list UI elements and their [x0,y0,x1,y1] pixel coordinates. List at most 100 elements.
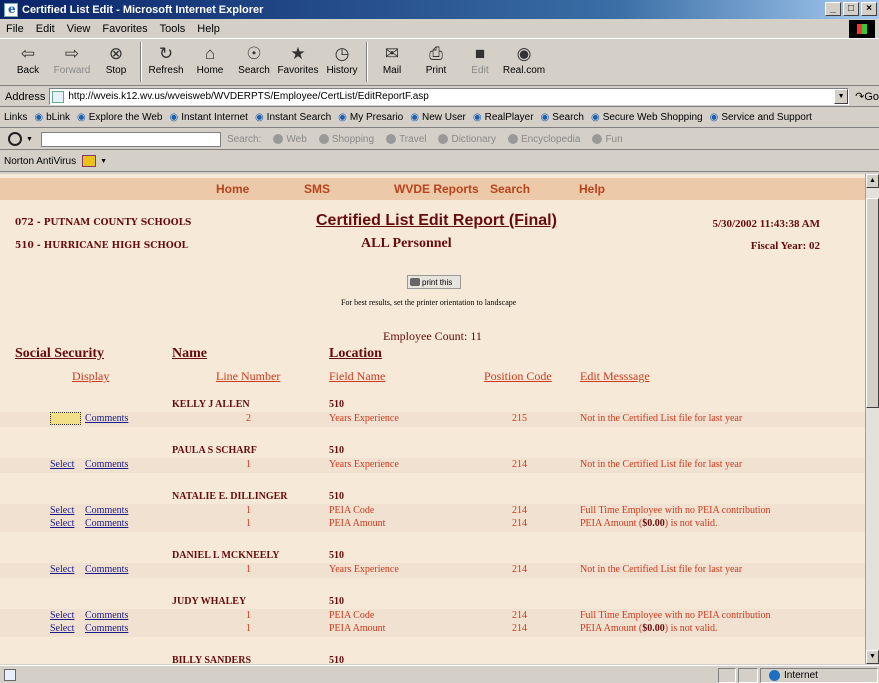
line-number: 1 [246,518,251,529]
links-bar: Links bLinkExplore the WebInstant Intern… [0,108,879,128]
menu-tools[interactable]: Tools [154,23,192,35]
address-dropdown-icon[interactable]: ▼ [834,89,849,104]
col-position-code[interactable]: Position Code [484,369,552,384]
col-display[interactable]: Display [72,369,109,384]
toolbar-history-button[interactable]: ◷ History [320,40,364,84]
vertical-scrollbar[interactable]: ▲ ▼ [865,174,879,664]
toolbar-home-button[interactable]: ⌂ Home [188,40,232,84]
col-location[interactable]: Location [329,346,382,362]
edit-message: Not in the Certified List file for last … [580,413,742,424]
search-circle-icon[interactable] [8,132,22,146]
close-button[interactable]: × [861,2,877,16]
col-line-number[interactable]: Line Number [216,369,280,384]
comments-link[interactable]: Comments [85,518,128,529]
toolbar-forward-button[interactable]: ⇨ Forward [50,40,94,84]
norton-icon[interactable] [82,155,97,167]
search-dropdown-icon[interactable]: ▼ [26,136,33,143]
link-my-presario[interactable]: My Presario [334,112,406,123]
link-realplayer[interactable]: RealPlayer [469,112,537,123]
employee-header-row: BILLY SANDERS 510 [0,654,865,664]
search-shopping-option[interactable]: Shopping [318,134,374,145]
toolbar-stop-button[interactable]: ⊗ Stop [94,40,138,84]
comments-link[interactable]: Comments [85,610,128,621]
norton-label[interactable]: Norton AntiVirus [4,156,76,167]
nav-home[interactable]: Home [216,182,249,196]
norton-dropdown-icon[interactable]: ▼ [100,158,107,165]
maximize-button[interactable]: □ [843,2,859,16]
employee-count: Employee Count: 11 [383,329,482,343]
toolbar-search-label[interactable]: Search: [227,134,261,145]
forward-arrow-icon: ⇨ [64,44,80,63]
select-link[interactable]: Select [50,459,74,470]
comments-link[interactable]: Comments [85,564,128,575]
nav-sms[interactable]: SMS [304,182,330,196]
print-icon: ⎙ [429,44,443,63]
toolbar-search-button[interactable]: ☉ Search [232,40,276,84]
toolbar-realcom-button[interactable]: ◉ Real.com [502,40,546,84]
col-edit-message[interactable]: Edit Messsage [580,369,650,384]
comments-link[interactable]: Comments [85,623,128,634]
toolbar-back-button[interactable]: ⇦ Back [6,40,50,84]
toolbar-separator [366,42,368,82]
nav-help[interactable]: Help [579,182,605,196]
print-note: For best results, set the printer orient… [341,298,517,307]
link-search[interactable]: Search [537,112,587,123]
position-code: 214 [512,505,527,516]
comments-link[interactable]: Comments [85,505,128,516]
link-blink[interactable]: bLink [30,112,73,123]
edit-message-amount: $0.00 [642,518,665,529]
search-option-icon [507,134,518,144]
col-field-name[interactable]: Field Name [329,369,385,384]
link-secure-web-shopping[interactable]: Secure Web Shopping [587,112,706,123]
go-label: Go [864,91,879,103]
menu-favorites[interactable]: Favorites [96,23,153,35]
menu-file[interactable]: File [0,23,30,35]
search-dictionary-option[interactable]: Dictionary [438,134,496,145]
scroll-down-icon[interactable]: ▼ [866,650,879,664]
print-this-button[interactable]: print this [407,275,461,289]
status-panel [718,668,736,683]
address-input[interactable]: http://wveis.k12.wv.us/wveisweb/WVDERPTS… [49,88,850,105]
menu-help[interactable]: Help [191,23,226,35]
employee-header-row: NATALIE E. DILLINGER 510 [0,490,865,505]
nav-search[interactable]: Search [490,182,530,196]
menu-edit[interactable]: Edit [30,23,61,35]
edit-message-text: PEIA Amount ( [580,518,643,529]
toolbar-mail-button[interactable]: ✉ Mail [370,40,414,84]
select-link[interactable]: Select [50,518,74,529]
comments-link[interactable]: Comments [85,459,128,470]
go-button[interactable]: ↷Go [849,90,879,103]
minimize-button[interactable]: _ [825,2,841,16]
link-instant-internet[interactable]: Instant Internet [165,112,250,123]
toolbar-separator [140,42,142,82]
search-web-option[interactable]: Web [273,134,307,145]
comments-link[interactable]: Comments [85,413,128,424]
link-new-user[interactable]: New User [406,112,469,123]
toolbar-refresh-button[interactable]: ↻ Refresh [144,40,188,84]
link-explore-the-web[interactable]: Explore the Web [73,112,165,123]
select-link[interactable]: Select [50,610,74,621]
scroll-up-icon[interactable]: ▲ [866,174,879,188]
toolbar-print-button[interactable]: ⎙ Print [414,40,458,84]
search-travel-option[interactable]: Travel [386,134,426,145]
select-link[interactable]: Select [50,505,74,516]
toolbar-edit-button[interactable]: ■ Edit [458,40,502,84]
select-link[interactable]: Select [50,564,74,575]
toolbar-search-input[interactable] [40,131,221,147]
link-service-and-support[interactable]: Service and Support [706,112,815,123]
scroll-thumb[interactable] [866,198,879,408]
link-instant-search[interactable]: Instant Search [251,112,334,123]
printer-icon [410,278,420,286]
menu-view[interactable]: View [61,23,97,35]
search-fun-option[interactable]: Fun [592,134,623,145]
windows-logo-icon [849,20,875,38]
col-name[interactable]: Name [172,346,207,362]
select-link-focused[interactable] [50,412,81,425]
real-icon: ◉ [516,44,532,63]
window-controls: _ □ × [825,2,877,16]
select-link[interactable]: Select [50,623,74,634]
toolbar-favorites-button[interactable]: ★ Favorites [276,40,320,84]
search-encyclopedia-option[interactable]: Encyclopedia [507,134,580,145]
nav-wvde-reports[interactable]: WVDE Reports [394,182,479,196]
col-social-security[interactable]: Social Security [15,346,104,362]
